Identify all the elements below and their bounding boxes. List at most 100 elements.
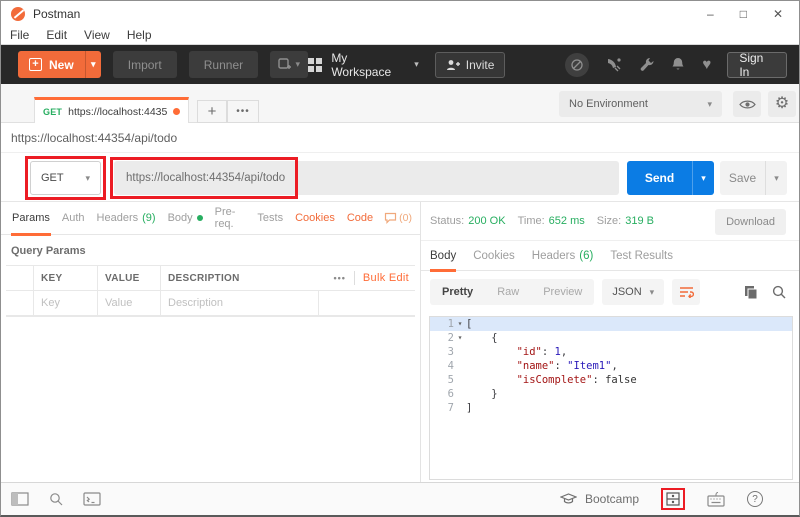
main-toolbar: + New Import Runner My Workspace Invite xyxy=(1,45,799,84)
title-bar: Postman – □ ✕ xyxy=(1,1,799,26)
send-label: Send xyxy=(627,161,692,195)
cookies-link[interactable]: Cookies xyxy=(294,202,336,235)
request-tab[interactable]: GET https://localhost:44354/api/todo xyxy=(34,97,189,123)
maximize-button[interactable]: □ xyxy=(740,7,747,21)
minimize-button[interactable]: – xyxy=(707,7,714,21)
save-button[interactable]: Save xyxy=(720,161,787,195)
format-value: JSON xyxy=(612,286,641,298)
code-line: 2▾ { xyxy=(430,331,792,345)
save-label: Save xyxy=(720,161,765,195)
import-button[interactable]: Import xyxy=(113,51,177,78)
tab-test-results[interactable]: Test Results xyxy=(610,241,673,271)
eye-icon xyxy=(739,99,756,110)
new-button-label: New xyxy=(49,58,74,72)
sync-disabled-icon[interactable] xyxy=(565,53,589,77)
bell-icon[interactable] xyxy=(671,57,685,72)
tab-headers[interactable]: Headers(9) xyxy=(96,202,157,235)
two-pane-view-icon[interactable] xyxy=(666,492,680,506)
heart-icon[interactable]: ♥ xyxy=(702,57,711,72)
menu-file[interactable]: File xyxy=(10,28,29,42)
annotation-two-pane-highlight xyxy=(661,488,685,510)
view-pretty[interactable]: Pretty xyxy=(430,279,485,305)
tab-response-body[interactable]: Body xyxy=(430,241,456,271)
response-status-row: Status: 200 OK Time: 652 ms Size: 319 B … xyxy=(421,202,799,241)
workspace-switcher[interactable]: My Workspace xyxy=(308,51,418,79)
settings-button[interactable]: ⚙ xyxy=(768,91,796,117)
send-button[interactable]: Send xyxy=(627,161,714,195)
keyboard-shortcuts-icon[interactable] xyxy=(707,492,725,507)
tab-params[interactable]: Params xyxy=(11,202,51,235)
search-icon[interactable] xyxy=(49,492,63,506)
open-new-button[interactable] xyxy=(270,51,308,78)
format-dropdown[interactable]: JSON xyxy=(602,279,664,305)
divider xyxy=(354,271,355,285)
copy-icon[interactable] xyxy=(744,285,758,300)
wrench-icon[interactable] xyxy=(639,57,654,72)
bootcamp-button[interactable]: Bootcamp xyxy=(560,492,639,506)
fold-caret-icon[interactable]: ▾ xyxy=(454,317,466,331)
comments-button[interactable]: (0) xyxy=(384,212,412,224)
select-all-cell[interactable] xyxy=(6,266,34,290)
window-plus-icon xyxy=(278,58,291,71)
satellite-icon[interactable] xyxy=(606,57,622,72)
view-raw[interactable]: Raw xyxy=(485,279,531,305)
table-row xyxy=(6,291,415,316)
tab-response-headers[interactable]: Headers(6) xyxy=(532,241,594,271)
sidebar-toggle-icon[interactable] xyxy=(11,492,29,506)
key-input[interactable] xyxy=(41,297,90,309)
menu-help[interactable]: Help xyxy=(127,28,152,42)
send-dropdown-caret[interactable] xyxy=(692,161,714,195)
view-preview[interactable]: Preview xyxy=(531,279,594,305)
code-link[interactable]: Code xyxy=(346,202,374,235)
time-label: Time: xyxy=(518,215,545,227)
tab-tests[interactable]: Tests xyxy=(256,202,284,235)
menu-view[interactable]: View xyxy=(84,28,110,42)
response-panel: Status: 200 OK Time: 652 ms Size: 319 B … xyxy=(421,202,799,482)
close-button[interactable]: ✕ xyxy=(773,7,783,21)
comment-icon xyxy=(384,212,397,224)
menu-edit[interactable]: Edit xyxy=(46,28,67,42)
app-title: Postman xyxy=(33,7,80,21)
method-value: GET xyxy=(41,172,64,184)
params-more-button[interactable]: ••• xyxy=(333,273,345,283)
new-tab-button[interactable]: + xyxy=(197,100,227,123)
response-body-editor[interactable]: 1▾[ 2▾ { 3 "id": 1, 4 "name": "Item1", 5… xyxy=(429,316,793,480)
menu-bar: File Edit View Help xyxy=(1,26,799,45)
environment-selector[interactable]: No Environment xyxy=(559,91,722,117)
status-value: 200 OK xyxy=(468,215,505,227)
status-label: Status: xyxy=(430,215,464,227)
gear-icon: ⚙ xyxy=(775,96,789,112)
environment-label: No Environment xyxy=(569,98,648,110)
tab-response-cookies[interactable]: Cookies xyxy=(473,241,515,271)
value-input[interactable] xyxy=(105,297,153,309)
invite-user-icon xyxy=(446,59,460,71)
sign-in-button[interactable]: Sign In xyxy=(727,52,787,78)
new-dropdown-caret[interactable] xyxy=(85,51,101,78)
save-dropdown-caret[interactable] xyxy=(765,161,787,195)
bulk-edit-link[interactable]: Bulk Edit xyxy=(363,272,409,284)
url-input[interactable] xyxy=(114,161,619,195)
request-name: https://localhost:44354/api/todo xyxy=(11,131,177,145)
tab-options-button[interactable]: ••• xyxy=(227,100,259,123)
bootcamp-label: Bootcamp xyxy=(585,492,639,506)
method-dropdown[interactable]: GET xyxy=(30,161,101,195)
environment-preview-button[interactable] xyxy=(733,91,761,117)
new-button[interactable]: + New xyxy=(18,51,101,78)
tab-prerequest[interactable]: Pre-req. xyxy=(214,202,247,235)
tab-auth[interactable]: Auth xyxy=(61,202,86,235)
download-button[interactable]: Download xyxy=(715,209,786,235)
search-icon[interactable] xyxy=(772,285,786,299)
row-check-cell[interactable] xyxy=(6,291,34,315)
console-icon[interactable] xyxy=(83,492,101,506)
fold-caret-icon[interactable]: ▾ xyxy=(454,331,466,345)
tab-body[interactable]: Body xyxy=(167,202,204,235)
request-section-tabs: Params Auth Headers(9) Body Pre-req. Tes… xyxy=(1,202,420,235)
help-button[interactable]: ? xyxy=(747,491,763,507)
body-set-dot-icon xyxy=(197,215,203,221)
wrap-lines-button[interactable] xyxy=(672,279,700,305)
table-header-row: KEY VALUE DESCRIPTION ••• Bulk Edit xyxy=(6,266,415,291)
description-input[interactable] xyxy=(168,297,311,309)
runner-button[interactable]: Runner xyxy=(189,51,258,78)
invite-button[interactable]: Invite xyxy=(435,52,506,78)
unsaved-dot-icon xyxy=(173,108,180,115)
